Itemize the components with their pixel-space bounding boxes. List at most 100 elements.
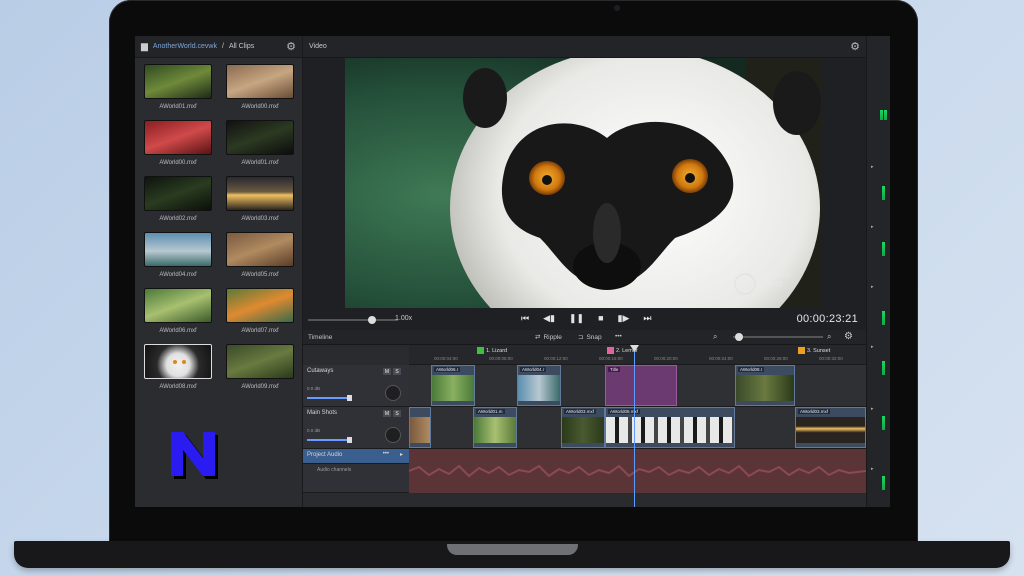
track-header-project-audio[interactable]: Project Audio ••• ▸ (303, 449, 409, 464)
clip-item[interactable]: AWorld08.mxf (143, 344, 213, 390)
mute-button[interactable]: M (383, 368, 391, 375)
timeline-clip[interactable]: AWorld08.mxf (605, 407, 735, 448)
track-main-shots[interactable]: AWorld01.m AWorld03.mxf AWorld08.mxf AWo… (409, 407, 866, 449)
mute-button[interactable]: M (383, 410, 391, 417)
jog-slider[interactable] (308, 316, 398, 324)
viewer-toolbar: Video ⚙ (303, 36, 866, 58)
track-more-icon[interactable]: ▸ (400, 451, 403, 458)
ruler-tick: 00:00:32:00 (819, 356, 843, 361)
skip-start-icon[interactable]: ⏮ (521, 313, 529, 324)
zoom-knob[interactable] (735, 333, 743, 341)
timeline-clip[interactable]: AWorld03.mxf (561, 407, 605, 448)
zoom-out-icon[interactable]: ⌕ (713, 332, 717, 342)
clip-thumbnail[interactable] (144, 120, 212, 155)
timeline-title-clip[interactable]: Title (605, 365, 677, 406)
meter-arrow-icon[interactable]: ▸ (871, 284, 874, 290)
marker-flag-icon (798, 347, 805, 354)
clip-label: AWorld03.mxf (798, 409, 831, 414)
meter-arrow-icon[interactable]: ▸ (871, 466, 874, 472)
timeline-gear-icon[interactable]: ⚙ (844, 331, 853, 342)
timeline-toolbar: Timeline ⇄ Ripple ⊐ Snap ••• ⌕ ⌕ ⚙ (303, 330, 866, 345)
clip-item[interactable]: AWorld09.mxf (225, 344, 295, 390)
clip-item[interactable]: AWorld01.mxf (143, 64, 213, 110)
volume-slider[interactable] (307, 395, 352, 401)
pause-icon[interactable]: ❚❚ (569, 313, 584, 324)
timeline-clip[interactable]: AWorld04.r (517, 365, 561, 406)
meter-arrow-icon[interactable]: ▸ (871, 344, 874, 350)
meter-arrow-icon[interactable]: ▸ (871, 406, 874, 412)
path-root[interactable]: AnotherWorld.cevwk (153, 43, 217, 50)
jog-knob[interactable] (368, 316, 376, 324)
timeline-clip[interactable]: AWorld06.r (431, 365, 475, 406)
playhead[interactable] (634, 345, 635, 507)
timeline-clip[interactable] (409, 407, 431, 448)
meter-bar (882, 186, 885, 200)
clip-item[interactable]: AWorld04.mxf (143, 232, 213, 278)
pan-knob[interactable] (385, 385, 401, 401)
track-level: 0.0 dB (307, 428, 321, 433)
ripple-toggle[interactable]: ⇄ Ripple (535, 333, 562, 342)
timeline-clip[interactable]: AWorld08.r (735, 365, 795, 406)
timeline-clip[interactable]: AWorld01.m (473, 407, 517, 448)
clip-item[interactable]: AWorld03.mxf (225, 176, 295, 222)
marker-sunset[interactable]: 3. Sunset (798, 347, 830, 354)
more-icon[interactable]: ••• (615, 333, 622, 340)
zoom-in-icon[interactable]: ⌕ (827, 332, 831, 342)
clip-thumbnail[interactable] (144, 64, 212, 99)
clip-frames (410, 417, 430, 443)
path-separator: / (222, 43, 224, 50)
audio-waveform[interactable] (408, 449, 867, 493)
timeline-ruler[interactable]: 1. Lizard 2. Lemur 3. Sunset 00:00:04:00… (409, 345, 866, 365)
clip-thumbnail[interactable] (144, 288, 212, 323)
clip-thumbnail[interactable] (144, 232, 212, 267)
solo-button[interactable]: S (393, 368, 401, 375)
zoom-slider[interactable] (733, 333, 823, 341)
clip-thumbnail[interactable] (226, 176, 294, 211)
clip-item[interactable]: AWorld06.mxf (143, 288, 213, 334)
clip-thumbnail[interactable] (226, 344, 294, 379)
clip-item[interactable]: AWorld00.mxf (143, 120, 213, 166)
clip-item[interactable]: AWorld05.mxf (225, 232, 295, 278)
step-back-icon[interactable]: ◀▮ (543, 313, 555, 324)
pan-knob[interactable] (385, 427, 401, 443)
track-buttons: M S (383, 410, 401, 417)
marker-label: 1. Lizard (486, 347, 508, 354)
waveform-graphic (408, 464, 867, 478)
meter-arrow-icon[interactable]: ▸ (871, 164, 874, 170)
track-name: Main Shots (307, 410, 338, 416)
clip-thumbnail[interactable] (144, 176, 212, 211)
path-current[interactable]: All Clips (229, 43, 254, 50)
logo-text: N (165, 426, 166, 427)
timeline-clip[interactable]: AWorld03.mxf (795, 407, 866, 448)
marker-lizard[interactable]: 1. Lizard (477, 347, 507, 354)
viewer-gear-icon[interactable]: ⚙ (850, 40, 860, 53)
track-cutaways[interactable]: AWorld06.r AWorld04.r Title AWorld08.r (409, 365, 866, 407)
solo-button[interactable]: S (393, 410, 401, 417)
track-header-main-shots[interactable]: Main Shots M S 0.0 dB (303, 407, 409, 449)
snap-toggle[interactable]: ⊐ Snap (578, 333, 602, 342)
volume-knob[interactable] (347, 437, 352, 443)
folder-icon[interactable]: ▆ (141, 41, 148, 52)
clip-item[interactable]: AWorld02.mxf (143, 176, 213, 222)
clip-thumbnail[interactable] (226, 120, 294, 155)
clip-thumbnail[interactable] (226, 288, 294, 323)
clip-item[interactable]: AWorld01.mxf (225, 120, 295, 166)
volume-slider[interactable] (307, 437, 352, 443)
clip-item[interactable]: AWorld00.mxf (225, 64, 295, 110)
video-frame[interactable]: Another World (345, 58, 821, 308)
clip-thumbnail[interactable] (144, 344, 212, 379)
track-name: Project Audio (307, 452, 343, 458)
meter-arrow-icon[interactable]: ▸ (871, 224, 874, 230)
clip-thumbnail[interactable] (226, 232, 294, 267)
skip-end-icon[interactable]: ⏭ (643, 313, 651, 324)
track-header-cutaways[interactable]: Cutaways M S 0.0 dB (303, 365, 409, 407)
gear-icon[interactable]: ⚙ (286, 40, 296, 53)
audio-channels-row[interactable]: Audio channels (303, 464, 409, 493)
stop-icon[interactable]: ■ (598, 313, 603, 324)
clip-name: AWorld04.mxf (159, 272, 197, 278)
track-menu-icon[interactable]: ••• (383, 451, 389, 457)
step-forward-icon[interactable]: ▮▶ (618, 313, 630, 324)
clip-thumbnail[interactable] (226, 64, 294, 99)
clip-item[interactable]: AWorld07.mxf (225, 288, 295, 334)
volume-knob[interactable] (347, 395, 352, 401)
